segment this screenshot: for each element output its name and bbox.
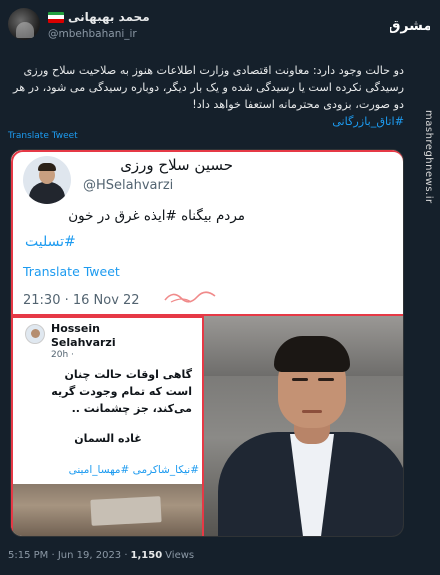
- embedded-avatar-2: [25, 324, 45, 344]
- gravestone-image: [90, 496, 162, 526]
- views-count: 1,150: [130, 550, 163, 561]
- embedded-tweet-card-1: حسین سلاح ورزی @HSelahvarzi مردم بیگناه …: [11, 150, 403, 316]
- tweet-body: دو حالت وجود دارد: معاونت اقتصادی وزارت …: [13, 64, 404, 111]
- author-avatar[interactable]: [8, 8, 40, 40]
- author-handle[interactable]: @mbehbahani_ir: [48, 28, 137, 40]
- side-watermark: mashreghnews.ir: [422, 110, 434, 270]
- views-label: Views: [165, 550, 195, 561]
- embedded-body-2: گاهی اوقات حالت چنان است که تمام وجودت گ…: [51, 368, 192, 415]
- tweet-text: دو حالت وجود دارد: معاونت اقتصادی وزارت …: [12, 62, 404, 130]
- tweet-header: محمد بهبهانی @mbehbahani_ir: [8, 8, 432, 48]
- embedded-avatar: [23, 156, 71, 204]
- side-url-text: mashreghnews.ir: [423, 110, 434, 204]
- author-name-row[interactable]: محمد بهبهانی: [48, 10, 150, 24]
- stamp-watermark-icon: [164, 291, 216, 303]
- tweet-hashtag[interactable]: #اتاق_بازرگانی: [332, 115, 404, 128]
- translate-tweet-link[interactable]: Translate Tweet: [8, 131, 78, 141]
- tweet-footer: 5:15 PM · Jun 19, 2023 · 1,150 Views: [8, 550, 194, 561]
- embedded-time-2: 20h ·: [51, 350, 74, 360]
- tweet-timestamp[interactable]: 5:15 PM · Jun 19, 2023 ·: [8, 550, 128, 561]
- embedded-signature-2: غاده السمان: [74, 432, 142, 445]
- embedded-timestamp: 21:30 · 16 Nov 22: [23, 293, 140, 308]
- iran-flag-icon: [48, 11, 64, 23]
- embedded-name-2: Hossein Selahvarzi: [51, 322, 116, 349]
- embedded-hashtag: #تسلیت: [25, 234, 76, 250]
- mashregh-logo: مشرق: [390, 18, 430, 34]
- embedded-hashtags-2: #نیکا_شاکرمی #مهسا_امینی: [68, 464, 199, 476]
- embedded-name: حسین سلاح ورزی: [120, 156, 233, 174]
- embedded-handle: @HSelahvarzi: [83, 178, 174, 193]
- embedded-translate-link: Translate Tweet: [23, 264, 120, 279]
- tweet-media[interactable]: حسین سلاح ورزی @HSelahvarzi مردم بیگناه …: [10, 149, 404, 537]
- embedded-tweet-card-2: Hossein Selahvarzi 20h · گاهی اوقات حالت…: [11, 316, 204, 536]
- embedded-text: مردم بیگناه #ایذه غرق در خون: [68, 208, 245, 224]
- logo-text: مشرق: [390, 18, 430, 34]
- author-name[interactable]: محمد بهبهانی: [68, 10, 150, 24]
- portrait-photo: [204, 316, 403, 536]
